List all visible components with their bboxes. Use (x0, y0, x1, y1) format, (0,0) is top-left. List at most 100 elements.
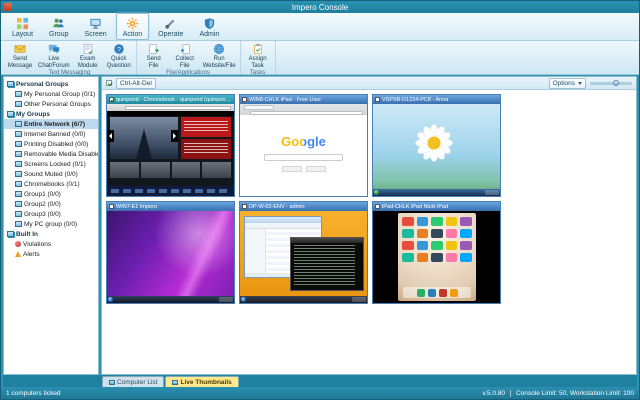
send-file-button[interactable]: Send File (140, 42, 168, 69)
sidebar-header-personal-groups[interactable]: Personal Groups (4, 79, 98, 89)
ribbon-tab-label: Operate (158, 31, 183, 38)
assign-task-button[interactable]: Assign Task (244, 42, 272, 69)
sidebar-item-entire-network[interactable]: Entire Network (6/7) (4, 119, 98, 129)
sidebar-item-printing-disabled[interactable]: Printing Disabled (0/0) (4, 139, 98, 149)
carousel-left-arrow (107, 130, 114, 142)
thumbnail-win8-google[interactable]: WIN8-CHLK iPad - Free User Google (239, 94, 368, 197)
sidebar-item-violations[interactable]: Violations (4, 239, 98, 249)
ctrl-alt-del-button[interactable]: Ctrl-Alt-Del (116, 78, 156, 89)
thumbnail-checkbox[interactable] (109, 97, 114, 102)
thumbnail-purple-desktop[interactable]: WIN7-E1 Impero (106, 201, 235, 304)
sidebar-item-group1[interactable]: Group1 (0/0) (4, 189, 98, 199)
run-website-file-button[interactable]: Run Website/File (202, 42, 237, 69)
thumbnail-screen[interactable]: Google (240, 104, 367, 196)
thumbnail-screen[interactable] (240, 211, 367, 303)
send-message-button[interactable]: Send Message (6, 42, 34, 69)
thumbnail-quinpond-chromebook[interactable]: quinpond - Chromebook - quinpond (quinpo… (106, 94, 235, 197)
ribbon-tab-label: Screen (85, 31, 107, 38)
computer-icon (15, 141, 22, 147)
thumbnail-panel: Ctrl-Alt-Del Options quinpond - Chromebo… (101, 76, 637, 375)
ribbon-tab-operate[interactable]: Operate (151, 13, 190, 40)
thumbnail-daisy-desktop[interactable]: VSPXB-D1234-PC8 - Anna (372, 94, 501, 197)
exam-module-button[interactable]: Exam Module (74, 42, 102, 69)
ribbon-group-text-messaging: Send Message Live Chat/Forum Exam Module… (3, 41, 137, 74)
sidebar-item-other-personal-groups[interactable]: Other Personal Groups (4, 99, 98, 109)
sidebar-item-screens-locked[interactable]: Screens Locked (0/1) (4, 159, 98, 169)
quick-question-button[interactable]: ? Quick Question (105, 42, 133, 69)
app-icon (428, 289, 436, 297)
tree-label: Group1 (0/0) (24, 191, 61, 198)
live-chat-forum-button[interactable]: Live Chat/Forum (37, 42, 71, 69)
sidebar-item-group3[interactable]: Group3 (0/0) (4, 209, 98, 219)
tree-label: Screens Locked (0/1) (24, 161, 86, 168)
app-icon (4, 3, 12, 11)
computer-icon (15, 191, 22, 197)
ribbon-tab-action[interactable]: Action (116, 13, 149, 40)
thumbnail-header: WIN7-E1 Impero (107, 202, 234, 211)
gear-icon (126, 17, 139, 30)
ribbon-tab-layout[interactable]: Layout (5, 13, 40, 40)
thumbnail-checkbox[interactable] (375, 204, 380, 209)
options-button[interactable]: Options (549, 78, 586, 89)
thumbnail-checkbox[interactable] (109, 204, 114, 209)
thumbnail-size-slider[interactable] (590, 82, 632, 85)
thumbnail-header: WIN8-CHLK iPad - Free User (240, 95, 367, 104)
group-folder-icon (7, 231, 14, 237)
collect-file-button[interactable]: Collect File (171, 42, 199, 69)
ribbon-tab-group[interactable]: Group (42, 13, 75, 40)
sidebar-item-sound-muted[interactable]: Sound Muted (0/0) (4, 169, 98, 179)
app-icon (450, 289, 458, 297)
ribbon-tab-admin[interactable]: Admin (192, 13, 226, 40)
impero-console-window: Impero Console Layout Group Screen Actio… (0, 0, 640, 400)
start-button-icon (108, 297, 113, 302)
app-icon (417, 289, 425, 297)
computer-icon (15, 211, 22, 217)
tree-label: Sound Muted (0/0) (24, 171, 78, 178)
tree-label: Group3 (0/0) (24, 211, 61, 218)
button-label: Quick (111, 56, 126, 63)
thumbnail-checkbox[interactable] (242, 204, 247, 209)
version-label: v.5.0.80 (482, 390, 505, 397)
ipad-home-screen (398, 213, 476, 301)
wallpaper-light-streak (137, 211, 234, 303)
thumbnail-screen[interactable] (107, 211, 234, 303)
ribbon-tab-label: Layout (12, 31, 33, 38)
start-button-icon (241, 297, 246, 302)
thumbnail-header: VSPXB-D1234-PC8 - Anna (373, 95, 500, 104)
sidebar-item-alerts[interactable]: Alerts (4, 249, 98, 259)
slider-handle[interactable] (613, 80, 619, 86)
sidebar-item-my-personal-group[interactable]: My Personal Group (0/1) (4, 89, 98, 99)
app-icon-grid (402, 217, 472, 285)
app-icon (446, 229, 458, 238)
button-label: Live (48, 56, 59, 63)
tab-computer-list[interactable]: Computer List (102, 376, 164, 387)
computer-icon (15, 151, 22, 157)
app-icon (402, 241, 414, 250)
status-bar: 1 computers ticked v.5.0.80 Console Limi… (1, 387, 639, 399)
tab-label: Computer List (117, 379, 157, 386)
sidebar-header-built-in[interactable]: Built In (4, 229, 98, 239)
computer-icon (15, 161, 22, 167)
thumbnail-screen[interactable] (373, 211, 500, 303)
sidebar-item-group2[interactable]: Group2 (0/0) (4, 199, 98, 209)
thumbnail-screen[interactable] (373, 104, 500, 196)
tab-label: Live Thumbnails (180, 379, 231, 386)
thumbnail-checkbox[interactable] (242, 97, 247, 102)
sidebar-item-internet-banned[interactable]: Internet Banned (0/0) (4, 129, 98, 139)
select-all-checkbox[interactable] (106, 80, 112, 86)
sidebar-item-chromebooks[interactable]: Chromebooks (0/1) (4, 179, 98, 189)
thumbnail-screen[interactable] (107, 104, 234, 196)
thumbnail-checkbox[interactable] (375, 97, 380, 102)
site-nav-bar (107, 111, 234, 116)
ribbon-tab-screen[interactable]: Screen (78, 13, 114, 40)
ribbon-tab-strip: Layout Group Screen Action Operate Admin (1, 13, 639, 41)
thumbnail-orange-desktop[interactable]: DP-W-02-ENV - admin (239, 201, 368, 304)
sidebar-item-my-pc-group[interactable]: My PC group (0/0) (4, 219, 98, 229)
thumbnail-ipad[interactable]: iPad-CHLK iPad Nicki iPad (372, 201, 501, 304)
sidebar-item-removable-media-disabled[interactable]: Removable Media Disabled (0/0) (4, 149, 98, 159)
app-icon (446, 217, 458, 226)
sidebar-header-my-groups[interactable]: My Groups (4, 109, 98, 119)
carousel-right-arrow (171, 130, 178, 142)
violations-icon (15, 241, 21, 247)
tab-live-thumbnails[interactable]: Live Thumbnails (165, 376, 238, 387)
